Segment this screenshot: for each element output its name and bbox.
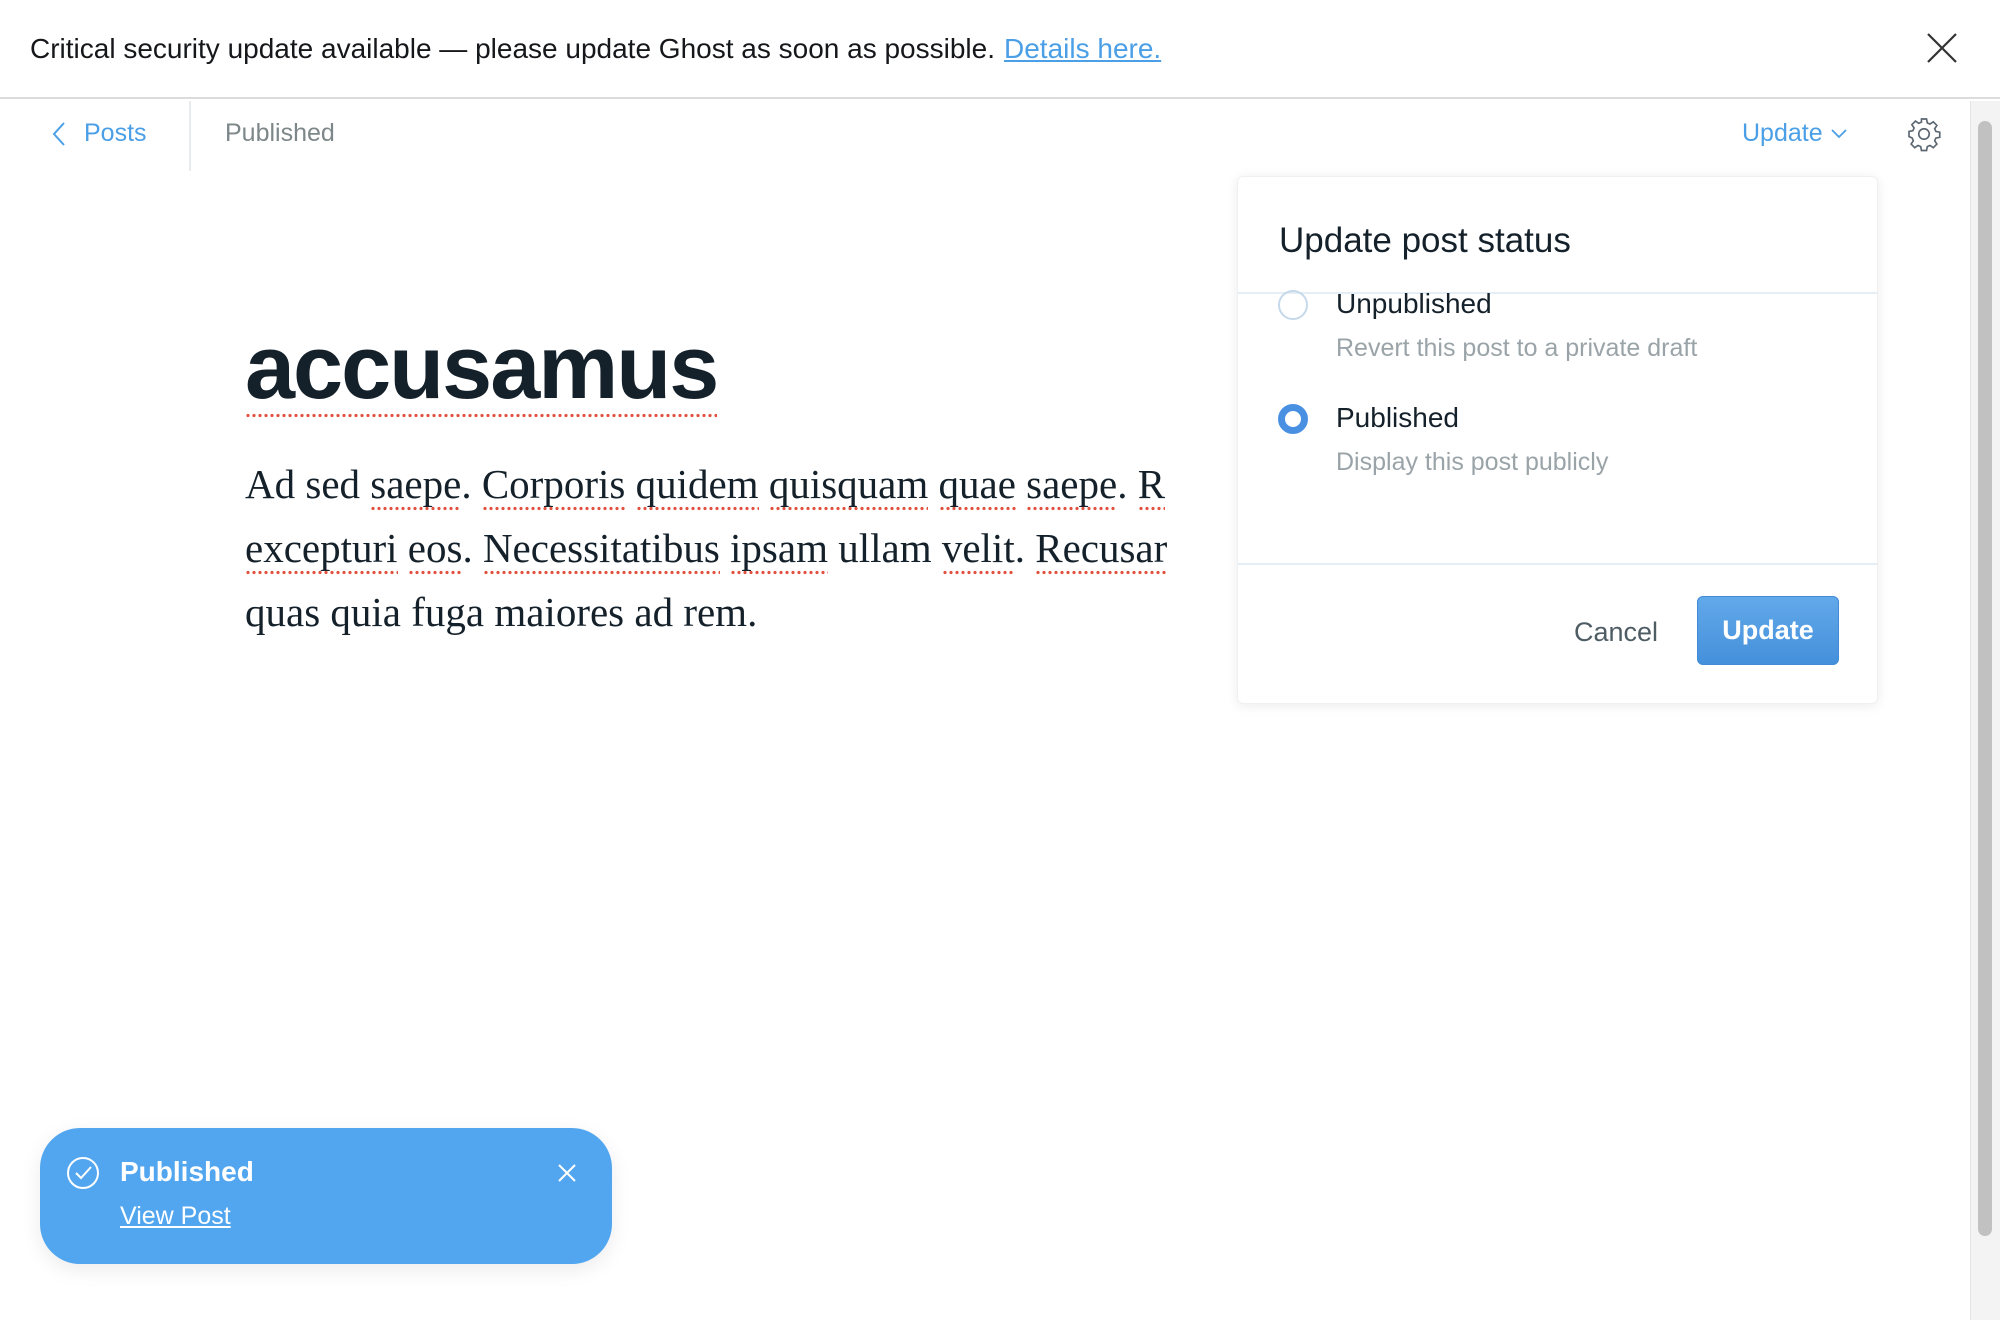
post-body[interactable]: Ad sed saepe. Corporis quidem quisquam q… xyxy=(245,452,1168,644)
misspelled-word: velit xyxy=(941,525,1015,575)
text-segment: . xyxy=(461,461,482,507)
misspelled-word: Recusar xyxy=(1035,525,1168,575)
update-menu-button[interactable]: Update xyxy=(1742,119,1847,148)
body-line: Ad sed saepe. Corporis quidem quisquam q… xyxy=(245,452,1167,516)
check-circle-icon xyxy=(67,1157,99,1189)
misspelled-word: Corporis xyxy=(481,461,626,511)
text-segment: Ad sed xyxy=(245,461,371,507)
misspelled-word: excepturi xyxy=(245,525,398,575)
text-segment: . xyxy=(1117,461,1138,507)
banner-message: Critical security update available — ple… xyxy=(30,32,995,64)
post-title[interactable]: accusamus xyxy=(245,318,719,422)
published-toast: Published View Post xyxy=(40,1128,612,1264)
details-link[interactable]: Details here. xyxy=(1004,33,1161,65)
gear-icon[interactable] xyxy=(1906,116,1942,152)
title-text: accusamus xyxy=(245,318,719,422)
misspelled-word: ipsam xyxy=(730,525,828,575)
text-segment xyxy=(398,525,408,571)
misspelled-word: saepe xyxy=(370,461,462,511)
misspelled-word: quae xyxy=(938,461,1016,511)
security-banner: Critical security update available — ple… xyxy=(0,0,2000,99)
chevron-down-icon xyxy=(1830,128,1847,138)
option-unpublished[interactable]: Unpublished Revert this post to a privat… xyxy=(1278,288,1697,363)
misspelled-word: saepe xyxy=(1026,461,1118,511)
toast-title: Published xyxy=(120,1156,254,1187)
option-description: Revert this post to a private draft xyxy=(1336,334,1698,362)
close-icon[interactable] xyxy=(556,1162,578,1184)
scrollbar[interactable] xyxy=(1970,101,2000,1320)
text-segment: . xyxy=(462,525,483,571)
option-label: Published xyxy=(1336,402,1459,433)
cancel-button[interactable]: Cancel xyxy=(1574,617,1658,648)
option-description: Display this post publicly xyxy=(1336,448,1609,476)
divider xyxy=(189,101,191,171)
body-line: quas quia fuga maiores ad rem. xyxy=(245,580,1167,644)
text-segment: ullam xyxy=(827,525,942,571)
text-segment xyxy=(928,461,938,507)
update-label: Update xyxy=(1742,119,1823,147)
option-published[interactable]: Published Display this post publicly xyxy=(1278,402,1608,477)
back-label: Posts xyxy=(84,119,147,147)
misspelled-word: Necessitatibus xyxy=(482,525,720,575)
text-segment xyxy=(759,461,769,507)
text-segment: quas quia fuga maiores ad rem. xyxy=(245,589,758,635)
scrollbar-thumb[interactable] xyxy=(1978,121,1992,1236)
body-line: excepturi eos. Necessitatibus ipsam ulla… xyxy=(245,516,1168,580)
text-segment xyxy=(1016,461,1026,507)
text-segment xyxy=(625,461,635,507)
update-button[interactable]: Update xyxy=(1697,596,1839,665)
radio-unpublished[interactable] xyxy=(1278,290,1308,320)
misspelled-word: R xyxy=(1137,461,1166,511)
chevron-left-icon xyxy=(52,121,65,146)
text-segment xyxy=(720,525,730,571)
close-icon[interactable] xyxy=(1924,30,1960,66)
misspelled-word: quisquam xyxy=(768,461,929,511)
misspelled-word: quidem xyxy=(635,461,759,511)
update-post-status-popup: Update post status Unpublished Revert th… xyxy=(1237,176,1878,704)
view-post-link[interactable]: View Post xyxy=(120,1202,231,1231)
option-label: Unpublished xyxy=(1336,288,1492,319)
misspelled-word: eos xyxy=(407,525,463,575)
post-status: Published xyxy=(225,119,335,147)
radio-published[interactable] xyxy=(1278,404,1308,434)
editor-header: Posts Published Update xyxy=(0,101,1970,171)
back-to-posts-link[interactable]: Posts xyxy=(52,119,147,148)
popup-title: Update post status xyxy=(1238,177,1877,294)
text-segment: . xyxy=(1014,525,1036,571)
popup-footer: Cancel Update xyxy=(1238,563,1877,703)
